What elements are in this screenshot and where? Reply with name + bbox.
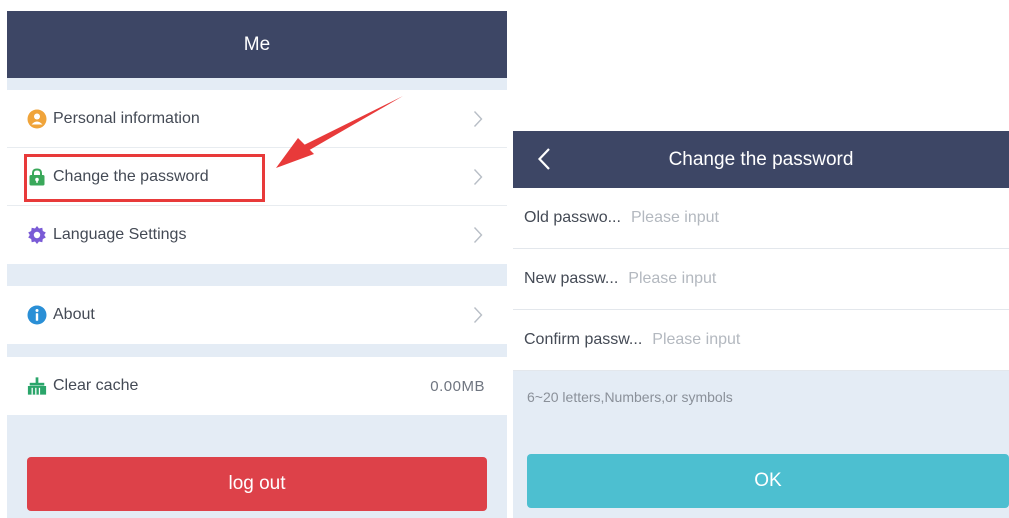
- field-label: New passw...: [524, 270, 619, 287]
- old-password-input[interactable]: [630, 209, 1009, 227]
- field-label: Old passwo...: [524, 209, 621, 226]
- person-icon: [27, 109, 47, 129]
- menu-item-label: About: [53, 306, 95, 323]
- confirm-password-input[interactable]: [652, 331, 1009, 349]
- password-hint: 6~20 letters,Numbers,or symbols: [527, 389, 733, 405]
- menu-item-label: Clear cache: [53, 377, 139, 394]
- cache-size: 0.00MB: [430, 377, 485, 395]
- menu-item-label: Change the password: [53, 167, 209, 185]
- change-password-screen: Change the password Old passwo... New pa…: [513, 131, 1009, 518]
- menu-item-language-settings[interactable]: Language Settings: [7, 206, 507, 264]
- ok-button[interactable]: OK: [527, 454, 1009, 508]
- menu-item-clear-cache[interactable]: Clear cache 0.00MB: [7, 357, 507, 415]
- confirm-password-row: Confirm passw...: [513, 310, 1009, 371]
- cache-group: Clear cache 0.00MB: [7, 357, 507, 415]
- logout-button[interactable]: log out: [27, 457, 487, 511]
- change-password-header: Change the password: [513, 131, 1009, 188]
- chevron-right-icon: [471, 225, 485, 245]
- menu-item-about[interactable]: About: [7, 286, 507, 344]
- info-icon: [27, 305, 47, 325]
- chevron-right-icon: [471, 305, 485, 325]
- settings-group: Personal information Change the password: [7, 90, 507, 264]
- new-password-row: New passw...: [513, 249, 1009, 310]
- page-title: Change the password: [668, 148, 854, 170]
- about-group: About: [7, 286, 507, 344]
- broom-icon: [27, 376, 47, 396]
- menu-item-personal-information[interactable]: Personal information: [7, 90, 507, 148]
- new-password-input[interactable]: [628, 270, 1009, 288]
- menu-item-label: Language Settings: [53, 226, 187, 243]
- chevron-right-icon: [471, 167, 485, 187]
- menu-item-change-password[interactable]: Change the password: [7, 148, 507, 206]
- me-header: Me: [7, 11, 507, 78]
- lock-icon: [27, 167, 47, 187]
- me-screen: Me Personal information Change the passw…: [7, 11, 507, 518]
- chevron-right-icon: [471, 109, 485, 129]
- gear-icon: [27, 225, 47, 245]
- back-icon[interactable]: [533, 145, 555, 173]
- page-title: Me: [243, 33, 271, 55]
- menu-item-label: Personal information: [53, 109, 200, 127]
- old-password-row: Old passwo...: [513, 188, 1009, 249]
- field-label: Confirm passw...: [524, 331, 643, 348]
